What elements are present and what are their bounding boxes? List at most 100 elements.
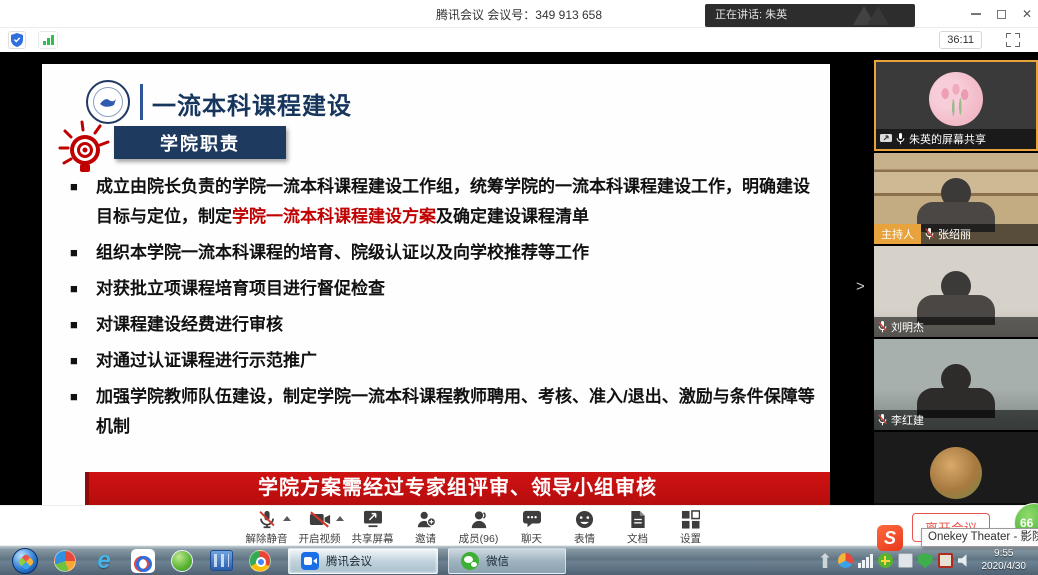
share-screen-button[interactable]: 共享屏幕	[346, 508, 399, 546]
security-shield-tray-icon[interactable]	[918, 553, 933, 568]
meeting-watermark-icon	[853, 6, 893, 25]
bullet-marker: ■	[70, 310, 96, 340]
participant-tile[interactable]: 刘明杰	[874, 246, 1038, 337]
display-tray-icon[interactable]	[938, 553, 953, 568]
minimize-button[interactable]	[971, 13, 981, 15]
participant-label: 主持人 张绍丽	[874, 224, 1038, 244]
invite-icon	[416, 508, 436, 530]
meeting-timer: 36:11	[939, 31, 982, 49]
bullet-marker: ■	[70, 238, 96, 268]
participant-tile[interactable]: 李红建	[874, 339, 1038, 430]
participant-sidebar: 朱英的屏幕共享 主持人 张绍丽 刘明杰 李红建	[874, 60, 1038, 525]
update-tray-icon[interactable]	[898, 553, 913, 568]
unmute-label: 解除静音	[246, 531, 288, 546]
bullet-text: 对获批立项课程培育项目进行督促检查	[96, 274, 385, 304]
participant-label: 李红建	[874, 410, 1038, 430]
security-shield-icon[interactable]	[8, 31, 26, 49]
circles-app-icon[interactable]	[131, 549, 155, 573]
meeting-statusbar: 36:11	[0, 28, 1038, 52]
chat-button[interactable]: 聊天	[505, 508, 558, 546]
bullet-segment: 及确定建设课程清单	[436, 207, 589, 226]
members-icon	[469, 508, 489, 530]
video-player-icon[interactable]	[209, 549, 233, 573]
chat-label: 聊天	[521, 531, 542, 546]
slide-banner: 学院方案需经过专家组评审、领导小组审核	[85, 472, 830, 505]
emoji-label: 表情	[574, 531, 595, 546]
members-button[interactable]: 成员(96)	[452, 508, 505, 546]
bullet-item: ■ 加强学院教师队伍建设，制定学院一流本科课程教师聘用、考核、准入/退出、激励与…	[70, 382, 818, 442]
members-label: 成员(96)	[459, 531, 499, 546]
usb-tray-icon[interactable]	[818, 553, 833, 568]
bullet-item: ■ 对通过认证课程进行示范推广	[70, 346, 818, 376]
docs-label: 文档	[627, 531, 648, 546]
bullet-text: 对课程建设经费进行审核	[96, 310, 283, 340]
toolbar-buttons: 解除静音 开启视频 共享屏幕 邀请 成员(96)	[240, 508, 717, 546]
screen-share-indicator-icon	[880, 134, 892, 144]
emoji-icon	[575, 508, 594, 530]
volume-tray-icon[interactable]	[958, 553, 973, 568]
invite-label: 邀请	[415, 531, 436, 546]
bullet-item: ■ 成立由院长负责的学院一流本科课程建设工作组，统筹学院的一流本科课程建设工作，…	[70, 172, 818, 232]
participant-tile-screen-share[interactable]: 朱英的屏幕共享	[874, 60, 1038, 151]
mic-muted-icon	[258, 508, 276, 530]
ie-icon[interactable]: e	[92, 549, 116, 573]
bullet-text: 加强学院教师队伍建设，制定学院一流本科课程教师聘用、考核、准入/退出、激励与条件…	[96, 382, 818, 442]
chevron-right-icon[interactable]: >	[856, 278, 865, 295]
input-method-tray-icon[interactable]	[838, 553, 853, 568]
presentation-slide: 一流本科课程建设 学院职责 ■ 成立由院长负责的学院一流本科课程建设工作组	[42, 64, 830, 505]
network-signal-tray-icon[interactable]	[858, 554, 873, 568]
start-video-button[interactable]: 开启视频	[293, 508, 346, 546]
speaking-indicator: 正在讲话: 朱英	[705, 4, 915, 27]
participant-video	[901, 178, 1011, 224]
mic-options-caret-icon[interactable]	[283, 516, 291, 521]
chrome-icon[interactable]	[248, 549, 272, 573]
participant-video	[901, 364, 1011, 410]
bullet-item: ■ 对课程建设经费进行审核	[70, 310, 818, 340]
bullet-segment-highlight: 学院一流本科课程建设方案	[232, 207, 436, 226]
settings-button[interactable]: 设置	[664, 508, 717, 546]
antivirus-tray-icon[interactable]	[878, 553, 893, 568]
green-browser-icon[interactable]	[170, 549, 194, 573]
taskbar-button-tencent-meeting[interactable]: 腾讯会议	[288, 548, 438, 574]
signal-bars-icon[interactable]	[38, 31, 58, 49]
window-titlebar: 腾讯会议 会议号：349 913 658 正在讲话: 朱英 ✕	[0, 0, 1038, 28]
participant-name: 朱英的屏幕共享	[909, 131, 986, 147]
bullet-list: ■ 成立由院长负责的学院一流本科课程建设工作组，统筹学院的一流本科课程建设工作，…	[70, 172, 818, 448]
close-button[interactable]: ✕	[1022, 7, 1032, 21]
tencent-meeting-icon	[301, 552, 319, 570]
video-options-caret-icon[interactable]	[336, 516, 344, 521]
taskbar-pinned-icons: e	[0, 548, 272, 574]
windows-start-icon[interactable]	[12, 548, 38, 574]
taskbar-clock[interactable]: 9:55 2020/4/30	[978, 548, 1035, 573]
docs-button[interactable]: 文档	[611, 508, 664, 546]
sogou-icon[interactable]: S	[877, 525, 903, 551]
unmute-button[interactable]: 解除静音	[240, 508, 293, 546]
start-video-label: 开启视频	[299, 531, 341, 546]
bullet-marker: ■	[70, 382, 96, 442]
participant-label: 刘明杰	[874, 317, 1038, 337]
emoji-button[interactable]: 表情	[558, 508, 611, 546]
participant-label: 朱英的屏幕共享	[876, 129, 1036, 149]
participant-name: 李红建	[891, 412, 924, 428]
pinwheel-browser-icon[interactable]	[53, 549, 77, 573]
shared-screen-stage: 一流本科课程建设 学院职责 ■ 成立由院长负责的学院一流本科课程建设工作组	[0, 52, 1038, 505]
mic-on-icon	[896, 133, 905, 145]
title-divider	[140, 84, 143, 120]
tulip-avatar-image	[929, 72, 983, 126]
section-badge: 学院职责	[114, 126, 286, 159]
chat-icon	[522, 508, 542, 530]
bullet-item: ■ 组织本学院一流本科课程的培育、院级认证以及向学校推荐等工作	[70, 238, 818, 268]
mic-muted-icon	[925, 228, 934, 240]
share-screen-label: 共享屏幕	[352, 531, 394, 546]
mic-muted-icon	[878, 414, 887, 426]
fullscreen-icon[interactable]	[1006, 33, 1020, 47]
maximize-button[interactable]	[997, 10, 1006, 19]
bullet-text: 对通过认证课程进行示范推广	[96, 346, 317, 376]
taskbar-button-wechat[interactable]: 微信	[448, 548, 566, 574]
taskbar-button-label: 腾讯会议	[326, 553, 372, 569]
lightbulb-target-icon	[52, 116, 116, 180]
participant-tile[interactable]: 主持人 张绍丽	[874, 153, 1038, 244]
university-logo-glyph	[93, 87, 123, 117]
invite-button[interactable]: 邀请	[399, 508, 452, 546]
participant-name: 刘明杰	[891, 319, 924, 335]
